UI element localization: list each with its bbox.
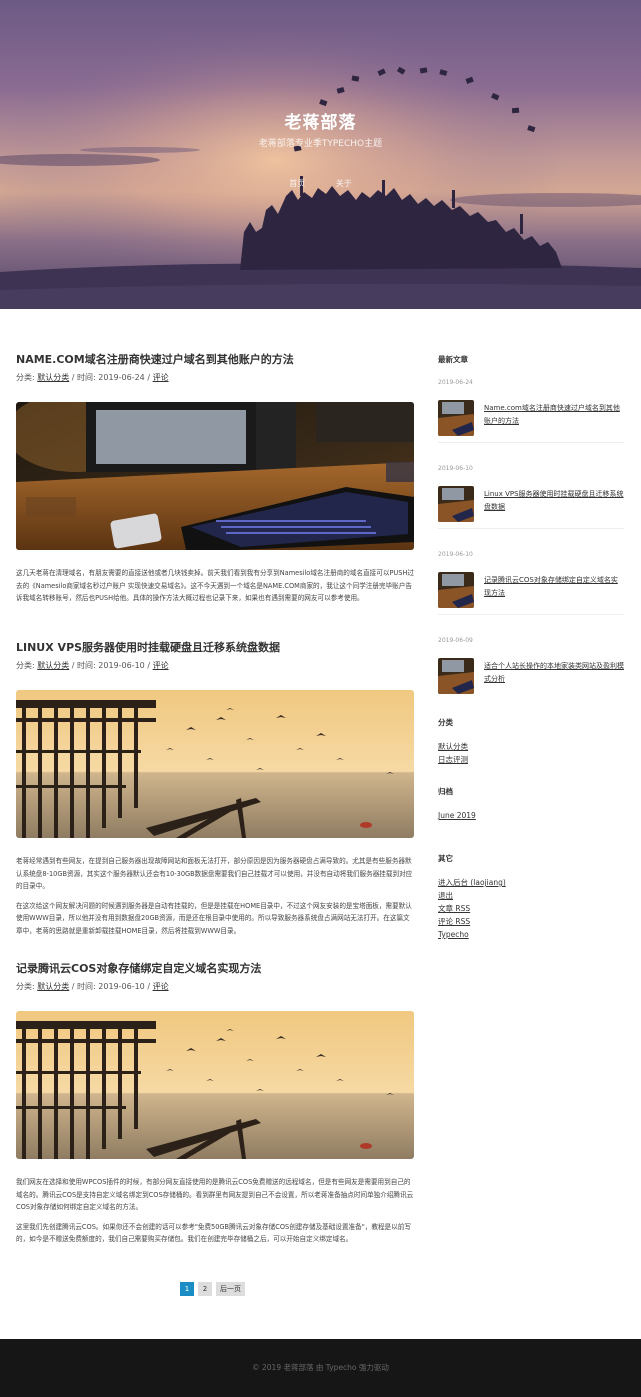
post-item: LINUX VPS服务器使用时挂载硬盘且迁移系统盘数据 分类: 默认分类 / 时… [16,640,414,945]
post-item: 记录腾讯云COS对象存储绑定自定义域名实现方法 分类: 默认分类 / 时间: 2… [16,961,414,1246]
recent-post-date: 2019-06-24 [438,379,473,386]
meta-time-label: / 时间: [71,982,96,991]
post-category-link[interactable]: 默认分类 [37,373,69,382]
main-nav: 首页 关于 [0,178,641,189]
post-thumbnail-pier-birds[interactable] [16,690,414,838]
category-link[interactable]: 日志评测 [438,753,624,766]
recent-post-item: 2019-06-10 记录腾讯云COS对象存储绑定自定义域名实现方法 [438,529,624,615]
post-category-link[interactable]: 默认分类 [37,982,69,991]
recent-post-link[interactable]: Linux VPS服务器使用时挂载硬盘且迁移系统盘数据 [484,488,624,514]
post-excerpt: 老蒋经常遇到有些网友，在提到自己服务器出现故障网站和面板无法打开，部分原因是因为… [16,855,414,937]
excerpt-paragraph: 这几天老蒋在清理域名，有朋友需要的直接送他或者几块钱卖掉。前天我们看到我有分享到… [16,569,414,602]
pagination: 1 2 后一页 [180,1282,249,1296]
site-description: 老蒋部落专业季TYPECHO主题 [258,139,383,149]
post-date: 2019-06-24 [98,373,145,382]
logout-link[interactable]: 退出 [438,889,624,902]
post-date: 2019-06-10 [98,982,145,991]
excerpt-paragraph: 老蒋经常遇到有些网友，在提到自己服务器出现故障网站和面板无法打开，部分原因是因为… [16,857,413,890]
site-footer: © 2019 老蒋部落 由 Typecho 强力驱动 [0,1339,641,1397]
next-page-button[interactable]: 后一页 [216,1282,245,1296]
nav-item-home[interactable]: 首页 [289,179,305,188]
footer-site-link[interactable]: 老蒋部落 [284,1363,314,1372]
post-list: NAME.COM域名注册商快速过户域名到其他账户的方法 分类: 默认分类 / 时… [16,352,414,1262]
recent-post-thumbnail[interactable] [438,658,474,694]
post-comments-link[interactable]: 评论 [153,373,169,382]
footer-typecho-link[interactable]: Typecho [326,1363,357,1372]
recent-post-item: 2019-06-09 适合个人站长操作的本地家装类网站及盈利模式分析 [438,615,624,701]
excerpt-paragraph: 我们网友在选择和使用WPCOS插件的时候，有部分网友直接使用的是腾讯云COS免费… [16,1178,414,1211]
recent-posts-widget: 最新文章 2019-06-24 Name.com域名注册商快速过户域名到其他账户… [438,354,624,701]
post-excerpt: 这几天老蒋在清理域名，有朋友需要的直接送他或者几块钱卖掉。前天我们看到我有分享到… [16,567,414,605]
widget-title: 归档 [438,787,453,796]
post-item: NAME.COM域名注册商快速过户域名到其他账户的方法 分类: 默认分类 / 时… [16,352,414,624]
meta-separator: / [147,373,151,382]
post-category-link[interactable]: 默认分类 [37,661,69,670]
category-link[interactable]: 默认分类 [438,740,624,753]
recent-post-thumbnail[interactable] [438,400,474,436]
page-2-button[interactable]: 2 [198,1282,212,1296]
excerpt-paragraph: 在这次给这个网友解决问题的时候遇到服务器是自动有挂载的，但是是挂载在HOME目录… [16,901,412,935]
post-meta: 分类: 默认分类 / 时间: 2019-06-10 / 评论 [16,660,414,672]
recent-post-date: 2019-06-10 [438,465,473,472]
recent-post-item: 2019-06-10 Linux VPS服务器使用时挂载硬盘且迁移系统盘数据 [438,443,624,529]
footer-suffix: 强力驱动 [358,1363,389,1372]
footer-copyright: © 2019 [252,1363,282,1372]
post-title[interactable]: NAME.COM域名注册商快速过户域名到其他账户的方法 [16,352,414,368]
recent-post-link[interactable]: 适合个人站长操作的本地家装类网站及盈利模式分析 [484,660,624,686]
footer-by: 由 [315,1363,324,1372]
excerpt-paragraph: 这里我们先创建腾讯云COS。如果你还不会创建的话可以参考"免费50GB腾讯云对象… [16,1222,411,1244]
post-thumbnail-pier-birds[interactable] [16,1011,414,1159]
site-header: 老蒋部落 老蒋部落专业季TYPECHO主题 首页 关于 [0,0,641,309]
meta-time-label: / 时间: [71,373,96,382]
sidebar: 最新文章 2019-06-24 Name.com域名注册商快速过户域名到其他账户… [438,354,624,939]
meta-time-label: / 时间: [71,661,96,670]
post-meta: 分类: 默认分类 / 时间: 2019-06-24 / 评论 [16,372,414,384]
post-meta: 分类: 默认分类 / 时间: 2019-06-10 / 评论 [16,981,414,993]
admin-link[interactable]: 进入后台 (laojiang) [438,876,624,889]
recent-post-link[interactable]: 记录腾讯云COS对象存储绑定自定义域名实现方法 [484,574,624,600]
recent-post-thumbnail[interactable] [438,486,474,522]
meta-separator: / [147,982,151,991]
meta-separator: / [147,661,151,670]
meta-category-label: 分类: [16,661,35,670]
meta-category-label: 分类: [16,982,35,991]
post-thumbnail-desk-keyboard[interactable] [16,402,414,550]
site-title[interactable]: 老蒋部落 [0,108,641,133]
comments-rss-link[interactable]: 评论 RSS [438,915,624,928]
posts-rss-link[interactable]: 文章 RSS [438,902,624,915]
recent-post-item: 2019-06-24 Name.com域名注册商快速过户域名到其他账户的方法 [438,357,624,443]
recent-post-date: 2019-06-10 [438,551,473,558]
recent-post-thumbnail[interactable] [438,572,474,608]
nav-item-about[interactable]: 关于 [336,179,352,188]
widget-title: 分类 [438,718,453,727]
header-background-image [0,0,641,309]
post-comments-link[interactable]: 评论 [153,982,169,991]
archive-link[interactable]: June 2019 [438,809,624,822]
meta-category-label: 分类: [16,373,35,382]
categories-widget: 分类 默认分类 日志评测 [438,717,624,766]
post-excerpt: 我们网友在选择和使用WPCOS插件的时候，有部分网友直接使用的是腾讯云COS免费… [16,1176,414,1246]
post-title[interactable]: 记录腾讯云COS对象存储绑定自定义域名实现方法 [16,961,414,977]
recent-post-link[interactable]: Name.com域名注册商快速过户域名到其他账户的方法 [484,402,624,428]
other-widget: 其它 进入后台 (laojiang) 退出 文章 RSS 评论 RSS Type… [438,853,624,941]
recent-post-date: 2019-06-09 [438,637,473,644]
archive-widget: 归档 June 2019 [438,786,624,822]
widget-title: 其它 [438,854,453,863]
post-date: 2019-06-10 [98,661,145,670]
post-title[interactable]: LINUX VPS服务器使用时挂载硬盘且迁移系统盘数据 [16,640,414,656]
post-comments-link[interactable]: 评论 [153,661,169,670]
page-1-button[interactable]: 1 [180,1282,194,1296]
typecho-link[interactable]: Typecho [438,928,624,941]
